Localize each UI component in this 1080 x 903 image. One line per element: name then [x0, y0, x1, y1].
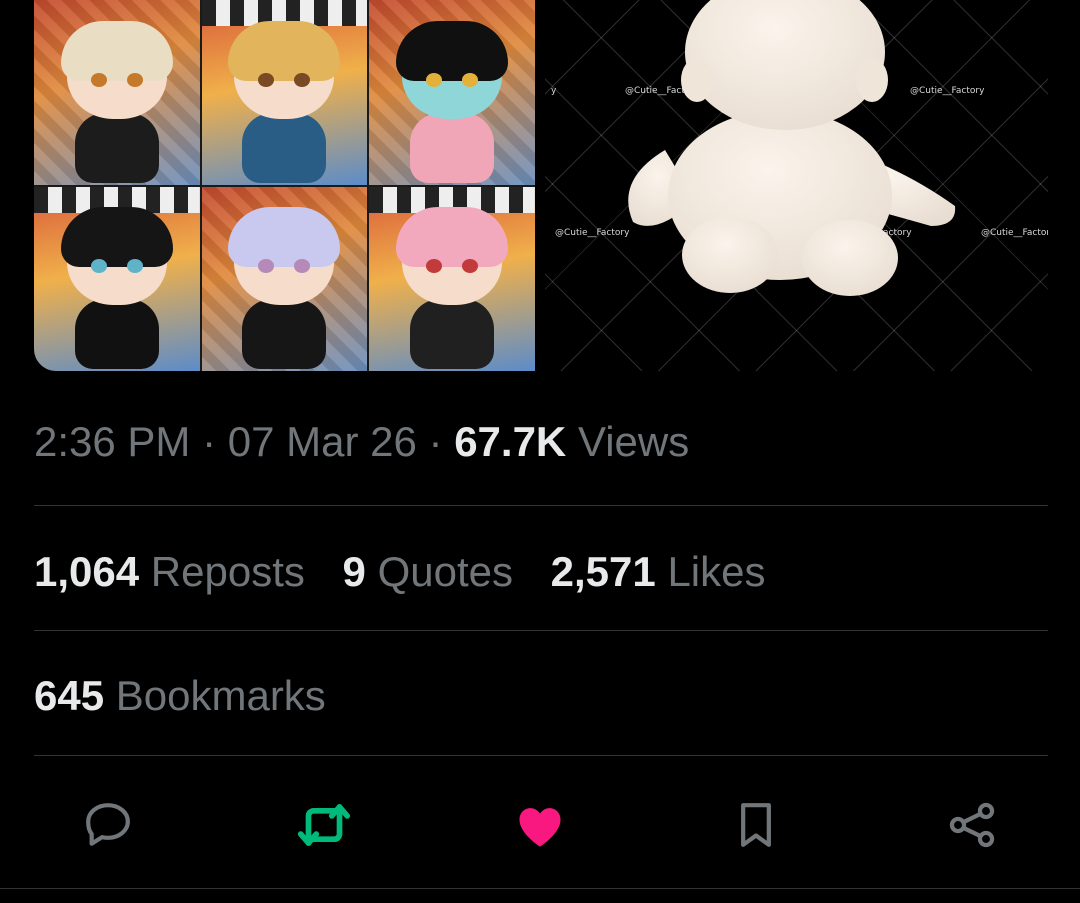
quotes-label: Quotes [377, 548, 513, 595]
tweet-date[interactable]: 07 Mar 26 [228, 418, 417, 465]
repost-icon [293, 794, 355, 856]
likes-stat[interactable]: 2,571 Likes [551, 546, 766, 598]
share-icon [944, 797, 1000, 853]
heart-icon [511, 796, 569, 854]
media-image-dolls-collage[interactable] [34, 0, 535, 371]
views-count: 67.7K [454, 418, 567, 465]
bookmarks-label: Bookmarks [115, 672, 326, 719]
reply-button[interactable] [73, 790, 143, 860]
tweet-action-bar [0, 790, 1080, 860]
doll-photo-1 [34, 0, 200, 185]
bookmarks-count: 645 [34, 672, 105, 719]
doll-photo-5 [201, 186, 368, 371]
share-button[interactable] [937, 790, 1007, 860]
views-label: Views [577, 418, 690, 465]
bookmark-icon [728, 797, 784, 853]
doll-photo-6 [369, 186, 535, 371]
quotes-count: 9 [342, 548, 366, 595]
tweet-time[interactable]: 2:36 PM [34, 418, 190, 465]
divider [34, 505, 1048, 506]
plush-body-illustration [628, 0, 956, 296]
reposts-count: 1,064 [34, 548, 140, 595]
quotes-stat[interactable]: 9 Quotes [343, 546, 513, 598]
reposts-stat[interactable]: 1,064 Reposts [34, 546, 305, 598]
divider [34, 755, 1048, 756]
bookmark-button[interactable] [721, 790, 791, 860]
like-button[interactable] [505, 790, 575, 860]
reply-icon [80, 797, 136, 853]
engagement-stats-row: 1,064 Reposts 9 Quotes 2,571 Likes [34, 546, 766, 598]
divider [34, 630, 1048, 631]
likes-count: 2,571 [550, 548, 656, 595]
repost-button[interactable] [289, 790, 359, 860]
doll-photo-3 [369, 0, 535, 185]
media-image-blank-plush[interactable]: y @Cutie__Factory @Cutie__Factory @Cutie… [545, 0, 1048, 371]
doll-photo-4 [34, 186, 200, 371]
separator-dot: · [190, 418, 228, 465]
likes-label: Likes [667, 548, 766, 595]
reposts-label: Reposts [150, 548, 305, 595]
separator-dot: · [416, 418, 455, 465]
tweet-media: y @Cutie__Factory @Cutie__Factory @Cutie… [34, 0, 1048, 371]
bookmarks-stats-row: 645 Bookmarks [34, 670, 326, 722]
tweet-timestamp-line: 2:36 PM · 07 Mar 26 · 67.7K Views [34, 416, 689, 468]
divider [0, 888, 1080, 889]
bookmarks-stat[interactable]: 645 Bookmarks [34, 670, 326, 722]
doll-photo-2 [201, 0, 368, 185]
